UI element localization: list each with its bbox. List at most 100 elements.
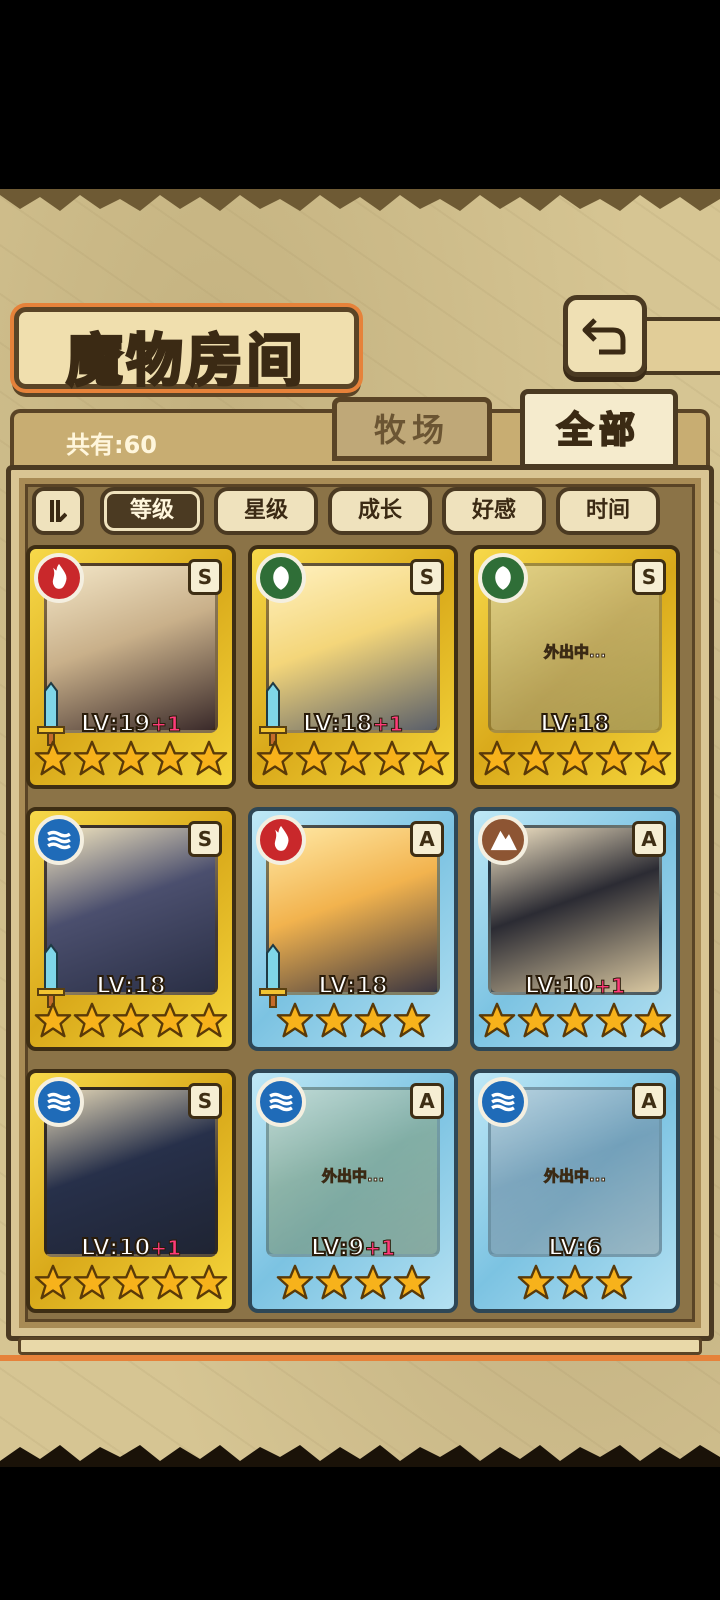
star-icon <box>295 740 333 776</box>
star-icon <box>595 740 633 776</box>
star-rating <box>30 1001 232 1041</box>
monster-card[interactable]: A 外出中... LV:9+1 <box>248 1069 458 1313</box>
monster-card[interactable]: S 外出中... LV:18 <box>470 545 680 789</box>
rank-badge: S <box>632 559 666 595</box>
away-status: 外出中... <box>543 643 607 662</box>
away-status: 外出中... <box>543 1167 607 1186</box>
level-value: LV:18 <box>539 710 610 738</box>
monster-card[interactable]: S LV:19+1 <box>26 545 236 789</box>
sort-by-star-button[interactable]: 星级 <box>214 487 318 535</box>
level-bonus: +1 <box>150 1236 182 1261</box>
star-rating <box>474 739 676 779</box>
monster-level: LV:19+1 <box>30 710 232 738</box>
back-tab-decor <box>640 317 720 375</box>
title-plate: 魔物房间 <box>14 307 359 396</box>
leaf-element-icon <box>256 553 306 603</box>
star-icon <box>354 1264 391 1300</box>
star-icon <box>256 740 294 776</box>
rank-badge: A <box>410 1083 444 1119</box>
star-icon <box>478 740 516 776</box>
sort-by-growth-button[interactable]: 成长 <box>328 487 432 535</box>
star-icon <box>517 1002 555 1038</box>
monster-card[interactable]: S LV:18 <box>26 807 236 1051</box>
star-icon <box>517 1264 555 1300</box>
star-icon <box>595 1264 633 1300</box>
water-element-icon <box>256 1077 306 1127</box>
monster-card[interactable]: S LV:18+1 <box>248 545 458 789</box>
tab-ranch[interactable]: 牧场 <box>332 397 492 461</box>
star-icon <box>334 740 372 776</box>
star-icon <box>112 740 150 776</box>
fire-element-icon <box>34 553 84 603</box>
monster-room-screen: 魔物房间 共有:60 牧场 全部 等级 星级 成长 好感 时间 S LV:19+1… <box>0 189 720 1467</box>
star-icon <box>556 1002 594 1038</box>
star-icon <box>634 740 672 776</box>
star-rating <box>474 1001 676 1041</box>
monster-level: LV:9+1 <box>252 1234 454 1262</box>
rank-badge: S <box>188 821 222 857</box>
star-rating <box>30 1263 232 1303</box>
level-value: LV:6 <box>547 1234 602 1262</box>
sort-order-icon <box>50 500 67 522</box>
monster-level: LV:10+1 <box>474 972 676 1000</box>
star-icon <box>315 1264 352 1300</box>
star-icon <box>276 1002 313 1038</box>
star-icon <box>73 1264 111 1300</box>
return-arrow-icon <box>582 318 626 355</box>
rank-badge: S <box>188 559 222 595</box>
leaf-element-icon <box>478 553 528 603</box>
rank-badge: A <box>410 821 444 857</box>
page-title: 魔物房间 <box>65 327 307 396</box>
star-icon <box>151 1002 189 1038</box>
level-value: LV:10 <box>524 972 595 1000</box>
rank-badge: A <box>632 1083 666 1119</box>
fire-element-icon <box>256 815 306 865</box>
torn-edge-top <box>0 189 720 211</box>
monster-count: 共有:60 <box>66 431 157 459</box>
monster-level: LV:18+1 <box>252 710 454 738</box>
star-rating <box>252 739 454 779</box>
monster-level: LV:10+1 <box>30 1234 232 1262</box>
monster-level: LV:18 <box>30 972 232 1000</box>
level-value: LV:9 <box>310 1234 365 1262</box>
star-icon <box>315 1002 352 1038</box>
monster-card[interactable]: A LV:18 <box>248 807 458 1051</box>
star-icon <box>634 1002 672 1038</box>
level-value: LV:18 <box>317 972 388 1000</box>
level-bonus: +1 <box>150 712 182 737</box>
sort-by-affection-button[interactable]: 好感 <box>442 487 546 535</box>
star-icon <box>34 1002 72 1038</box>
monster-level: LV:6 <box>474 1234 676 1262</box>
star-icon <box>276 1264 313 1300</box>
water-element-icon <box>34 1077 84 1127</box>
star-icon <box>393 1002 430 1038</box>
tab-all-label: 全部 <box>556 408 641 452</box>
star-icon <box>112 1264 150 1300</box>
star-icon <box>478 1002 516 1038</box>
water-element-icon <box>34 815 84 865</box>
tab-all[interactable]: 全部 <box>520 389 678 469</box>
sort-by-time-button[interactable]: 时间 <box>556 487 660 535</box>
star-rating <box>474 1263 676 1303</box>
star-icon <box>373 740 411 776</box>
sort-order-toggle[interactable] <box>32 487 84 535</box>
monster-card[interactable]: S LV:10+1 <box>26 1069 236 1313</box>
rank-badge: S <box>188 1083 222 1119</box>
sort-by-level-button[interactable]: 等级 <box>100 487 204 535</box>
star-icon <box>412 740 450 776</box>
level-value: LV:18 <box>95 972 166 1000</box>
level-value: LV:19 <box>80 710 151 738</box>
level-bonus: +1 <box>594 974 626 999</box>
monster-card[interactable]: A 外出中... LV:6 <box>470 1069 680 1313</box>
back-button[interactable] <box>563 295 647 377</box>
star-icon <box>556 1264 594 1300</box>
monster-card[interactable]: A LV:10+1 <box>470 807 680 1051</box>
orange-divider <box>0 1355 720 1361</box>
tab-ranch-label: 牧场 <box>373 411 450 449</box>
star-icon <box>190 1002 228 1038</box>
star-icon <box>190 740 228 776</box>
star-icon <box>73 740 111 776</box>
monster-level: LV:18 <box>474 710 676 738</box>
panel-bottom-rail <box>18 1337 702 1355</box>
sort-bar: 等级 星级 成长 好感 时间 <box>32 485 692 537</box>
